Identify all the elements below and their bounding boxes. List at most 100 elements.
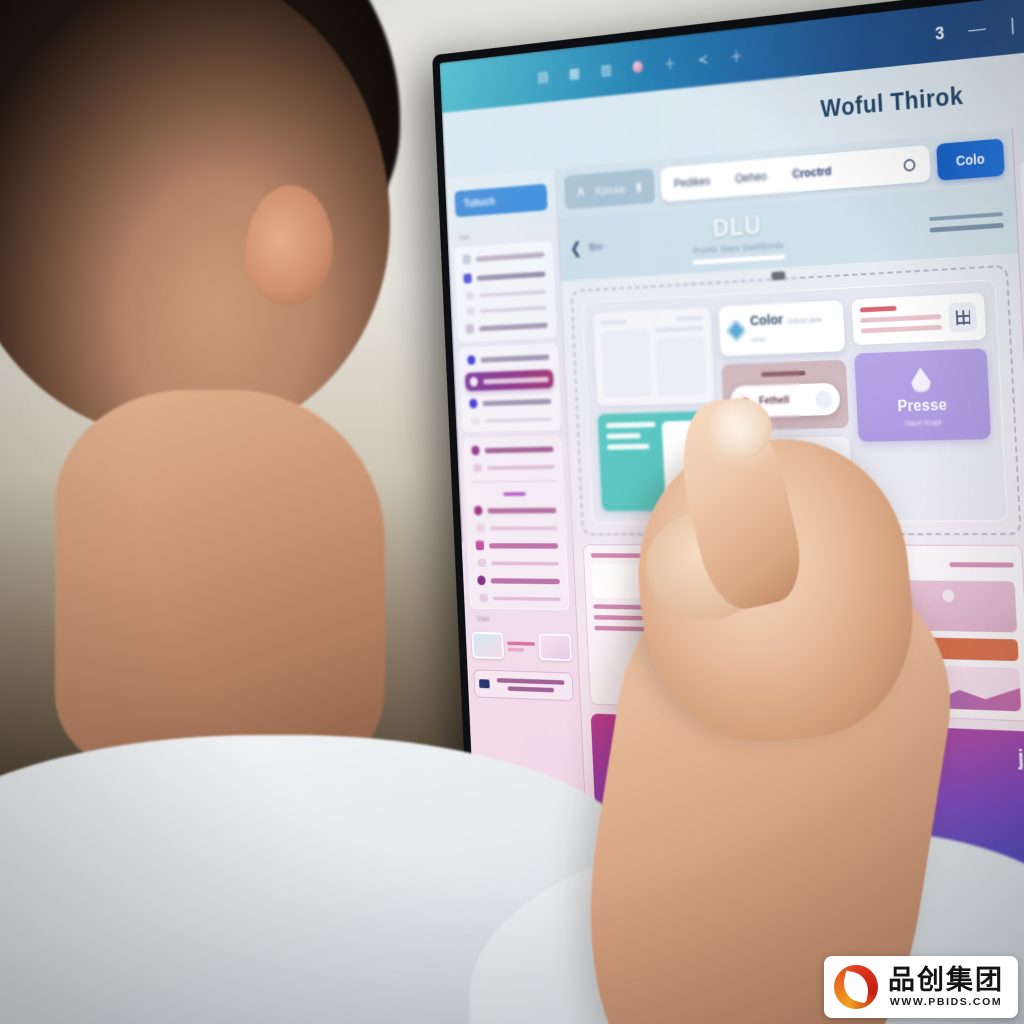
watermark: 品创集团 WWW.PBIDS.COM [824, 956, 1018, 1018]
gallery-card[interactable] [590, 713, 804, 864]
sidebar-item-bearcomat[interactable] [466, 394, 555, 410]
sidebar-subitem[interactable] [462, 302, 550, 316]
note-text [494, 678, 568, 693]
breadcrumb[interactable]: Bre · [589, 241, 608, 253]
sidebar-item-dashboard[interactable] [464, 369, 554, 392]
sidebar-item-label [475, 251, 545, 262]
sidebar-subitem[interactable] [472, 523, 561, 533]
record-icon [737, 393, 753, 410]
play-button-label: So [902, 642, 913, 653]
phone-icon [473, 463, 483, 472]
grid-icon[interactable]: ▦ [568, 65, 580, 82]
dot-icon [479, 593, 489, 602]
placeholder-block [600, 328, 652, 398]
mountain-icon [664, 731, 722, 771]
thumbnail-image[interactable] [471, 631, 505, 660]
selected-icon [469, 376, 479, 387]
sidebar-subitem[interactable] [469, 462, 558, 473]
drag-handle-icon[interactable] [771, 271, 786, 281]
menu-icon[interactable]: ▤ [537, 68, 549, 85]
selection-frame[interactable]: Color Selenct plete onnet Fethell Presse… [570, 264, 1022, 536]
sidebar-item-deword[interactable] [459, 247, 547, 266]
sidebar-item-setge-infa-mient[interactable] [474, 574, 563, 588]
dot-icon [477, 558, 487, 567]
presse-card[interactable]: Presse Gaurt Soapt [854, 348, 992, 442]
sidebar-subitem[interactable] [467, 414, 555, 426]
toggle-switch-off[interactable] [837, 668, 862, 695]
application-window: ▤ ▦ ▥ ＋ ≺ ＋ 3 — | × Woful Thirok [439, 0, 1024, 1024]
share-icon[interactable]: ≺ [697, 51, 709, 68]
tab-croctrd[interactable]: Croctrd [792, 164, 832, 180]
dot-icon [471, 416, 480, 425]
minimize-button[interactable]: — [968, 18, 987, 41]
mini-card-top [859, 301, 978, 336]
widget-media-card[interactable]: B So [871, 544, 1024, 722]
add-icon[interactable]: ＋ [730, 45, 744, 66]
placeholder-line [590, 553, 675, 559]
play-button[interactable]: So [884, 636, 1019, 662]
toggle-switch-on[interactable] [836, 637, 861, 663]
sidebar-item-tepword[interactable] [471, 503, 560, 517]
play-icon [891, 643, 898, 652]
notification-badge: 3 [934, 22, 945, 44]
circle-icon[interactable] [814, 389, 833, 409]
teal-card-lines [605, 421, 659, 502]
rail-card[interactable] [1020, 156, 1024, 222]
sidebar-item-quat-mant[interactable] [468, 442, 557, 457]
placeholder-line [732, 582, 857, 589]
chart-thumbnail [886, 664, 1022, 712]
chevron-left-icon[interactable]: ❮ [570, 239, 582, 258]
layers-icon[interactable]: ▥ [600, 61, 612, 78]
toolbar-left-group[interactable]: A Kpnaa ▮ [563, 168, 656, 210]
mini-info-card[interactable] [851, 292, 987, 346]
wireframe-card-small[interactable] [724, 436, 853, 506]
fethell-pill-button[interactable]: Fethell [729, 382, 841, 418]
sidebar-group-pink [462, 435, 570, 611]
widget-list-card[interactable] [582, 544, 723, 710]
teal-card-preview [661, 420, 712, 502]
card-column-2: Color Selenct plete onnet Fethell [718, 300, 853, 510]
primary-button[interactable]: Colo [936, 138, 1005, 181]
dot-icon [473, 505, 483, 516]
wireframe-left [600, 318, 652, 398]
square-icon [463, 273, 472, 284]
sidebar-item-label [482, 376, 549, 384]
sidebar-item-bruppeme[interactable] [464, 350, 552, 367]
card-icon [475, 540, 485, 551]
toolbar-left-label: Kpnaa [594, 181, 626, 198]
sidebar-group-primary [454, 240, 557, 342]
placeholder-line [654, 325, 704, 333]
titlebar-divider: | [1009, 14, 1016, 36]
qr-icon[interactable] [948, 301, 978, 333]
sidebar-cta-button[interactable]: Tubuch [454, 183, 548, 218]
tab-pedikes[interactable]: Pedikes [674, 175, 711, 191]
sidebar-item-nest-jakovrit[interactable] [473, 539, 562, 552]
thumbnail-image[interactable] [538, 633, 572, 661]
sidebar-item-label [489, 542, 559, 549]
sidebar-subitem-label [486, 464, 555, 470]
plus-icon[interactable]: ＋ [663, 53, 677, 73]
record-dot-icon[interactable] [632, 60, 644, 73]
sidebar-item-reportls[interactable] [460, 267, 548, 286]
dot-icon [466, 307, 475, 316]
sidebar-subitem[interactable] [473, 558, 562, 568]
bookmark-icon[interactable]: ▮ [636, 179, 642, 194]
widget-toggle-card[interactable]: X [722, 544, 872, 716]
toggle-switch-on[interactable] [834, 606, 859, 632]
wireframe-card[interactable] [592, 307, 715, 407]
dot-icon [462, 254, 471, 265]
sidebar-note-card[interactable] [473, 669, 574, 702]
circle-icon[interactable] [903, 158, 916, 172]
close-badge-icon[interactable]: X [833, 554, 857, 577]
sidebar-subitem[interactable] [461, 286, 549, 301]
gallery-card[interactable]: j [804, 722, 1024, 881]
sidebar-subitem[interactable] [475, 593, 564, 604]
color-chip-card[interactable]: Color Selenct plete onnet [718, 300, 846, 357]
placeholder-line [948, 561, 1014, 568]
sidebar-section-label: Nav [459, 232, 471, 242]
sidebar-item-label [484, 446, 554, 453]
tab-oeheo[interactable]: Oeheo [735, 170, 767, 186]
placeholder-line [593, 604, 649, 610]
teal-feature-card[interactable] [597, 410, 720, 512]
sidebar-item-stude-phogeth[interactable] [463, 318, 551, 336]
